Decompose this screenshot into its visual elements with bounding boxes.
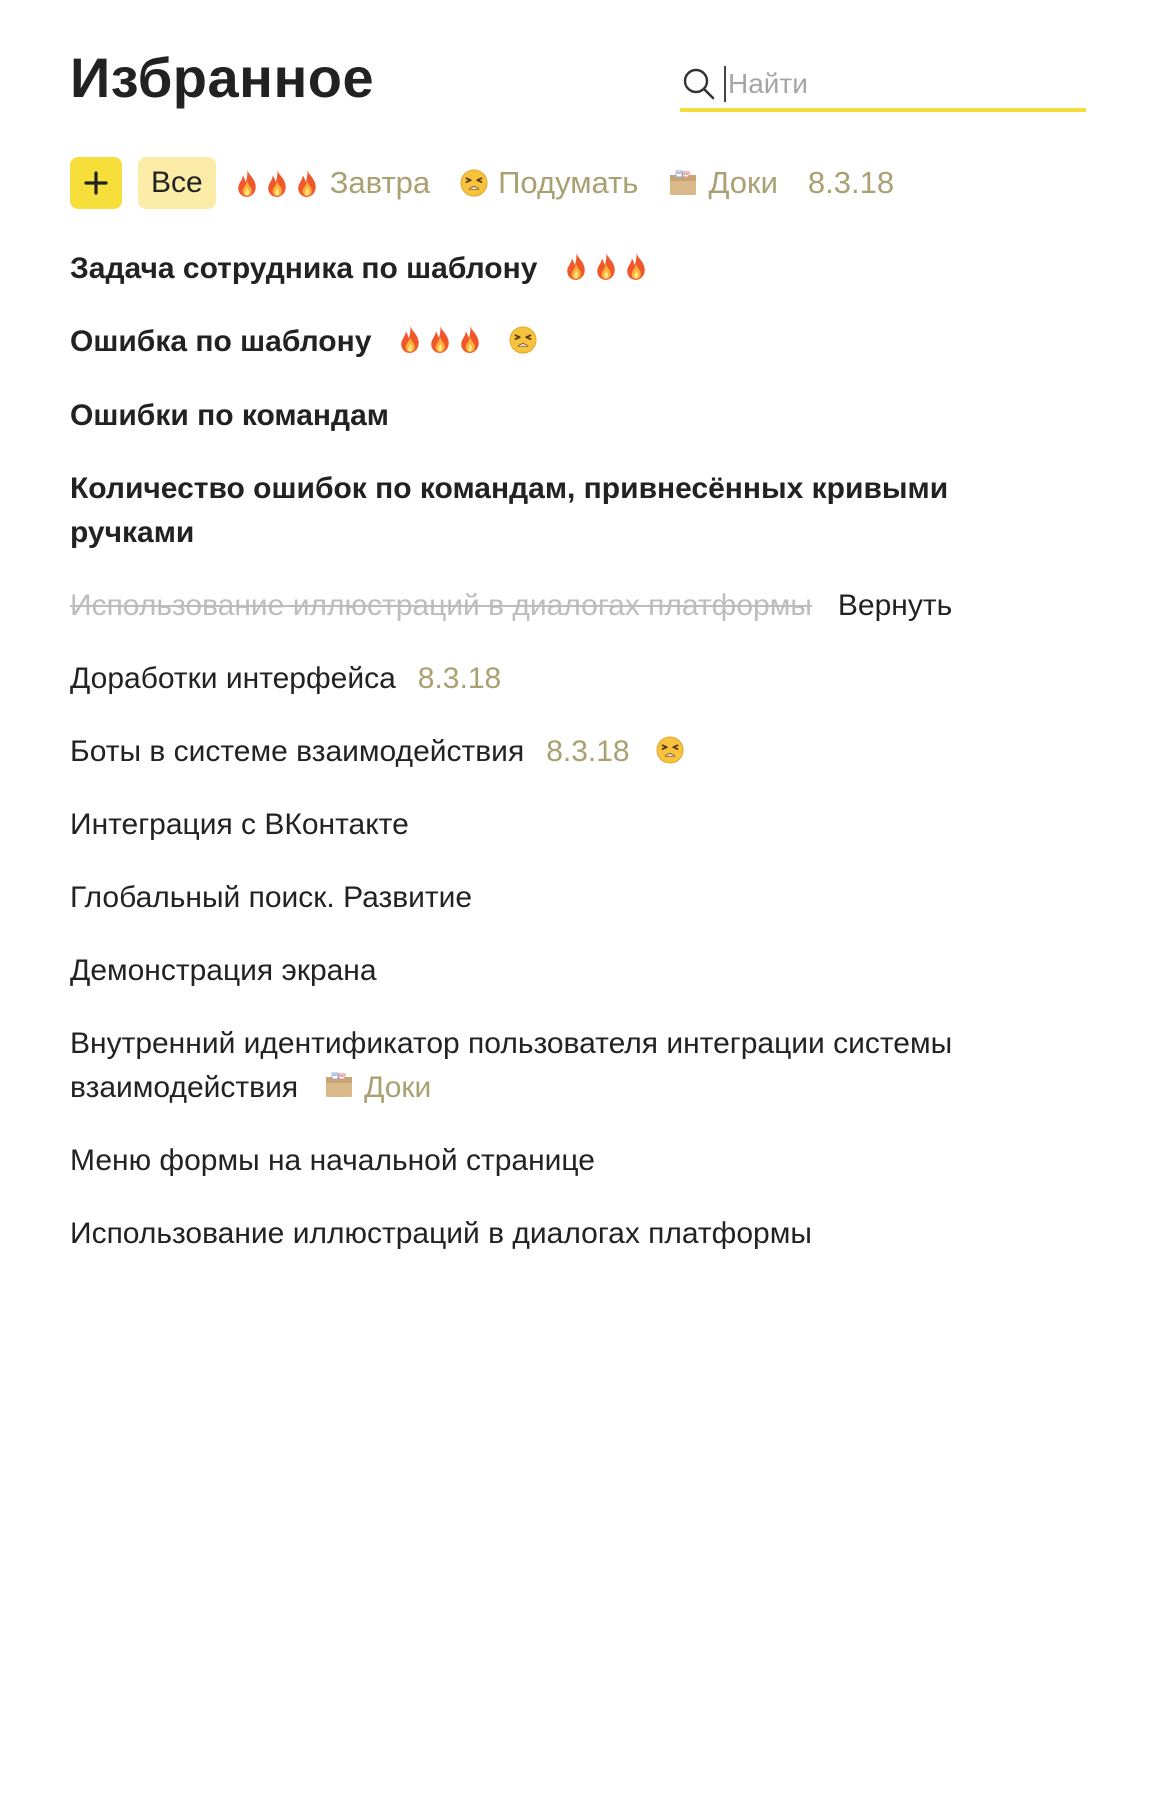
- list-item[interactable]: Демонстрация экрана: [70, 949, 1020, 993]
- filter-think[interactable]: Подумать: [460, 165, 638, 201]
- filter-version[interactable]: 8.3.18: [808, 165, 894, 201]
- list-item-deleted: Использование иллюстраций в диалогах пла…: [70, 584, 1020, 628]
- fire-icon: [427, 324, 453, 354]
- fire-icon: [593, 251, 619, 281]
- filter-think-label: Подумать: [498, 165, 639, 200]
- box-icon: [668, 169, 698, 197]
- tired-face-icon: [509, 326, 537, 354]
- fire-icon: [294, 168, 320, 198]
- fire-icon: [397, 324, 423, 354]
- tired-face-icon: [656, 736, 684, 764]
- list-item[interactable]: Задача сотрудника по шаблону: [70, 247, 1020, 291]
- search-bar[interactable]: [680, 60, 1086, 112]
- list-item[interactable]: Интеграция с ВКонтакте: [70, 803, 1020, 847]
- task-title: Демонстрация экрана: [70, 954, 377, 987]
- fire-icons: [563, 251, 649, 281]
- filter-docs-label: Доки: [708, 165, 778, 200]
- list-item[interactable]: Ошибки по командам: [70, 394, 1020, 438]
- list-item[interactable]: Использование иллюстраций в диалогах пла…: [70, 1212, 1020, 1256]
- task-title: Меню формы на начальной странице: [70, 1144, 595, 1177]
- filter-bar: Все Завтра Подумать Доки 8.3.18: [70, 157, 894, 209]
- task-title: Задача сотрудника по шаблону: [70, 252, 538, 285]
- fire-icons: [234, 168, 320, 198]
- task-title: Ошибки по командам: [70, 399, 389, 432]
- page-title: Избранное: [70, 46, 375, 109]
- task-title: Использование иллюстраций в диалогах пла…: [70, 1217, 812, 1250]
- fire-icon: [234, 168, 260, 198]
- fire-icon: [563, 251, 589, 281]
- filter-docs[interactable]: Доки: [668, 165, 778, 201]
- list-item[interactable]: Боты в системе взаимодействия 8.3.18: [70, 730, 1020, 774]
- filter-tomorrow-label: Завтра: [329, 165, 431, 200]
- list-item[interactable]: Количество ошибок по командам, привнесён…: [70, 467, 1020, 555]
- task-title: Количество ошибок по командам, привнесён…: [70, 472, 949, 549]
- list-item[interactable]: Ошибка по шаблону: [70, 320, 1020, 364]
- task-title: Глобальный поиск. Развитие: [70, 881, 473, 914]
- version-tag[interactable]: 8.3.18: [546, 735, 629, 768]
- add-task-button[interactable]: [70, 157, 122, 209]
- fire-icon: [623, 251, 649, 281]
- fire-icon: [457, 324, 483, 354]
- task-title: Интеграция с ВКонтакте: [70, 808, 409, 841]
- fire-icons: [397, 324, 483, 354]
- plus-icon: [84, 171, 108, 195]
- docs-tag[interactable]: Доки: [364, 1071, 431, 1104]
- box-icon: [324, 1071, 354, 1099]
- tired-face-icon: [460, 169, 488, 197]
- task-title: Внутренний идентификатор пользователя ин…: [70, 1027, 953, 1104]
- list-item[interactable]: Глобальный поиск. Развитие: [70, 876, 1020, 920]
- list-item[interactable]: Меню формы на начальной странице: [70, 1139, 1020, 1183]
- task-title: Ошибка по шаблону: [70, 325, 372, 358]
- task-title: Использование иллюстраций в диалогах пла…: [70, 589, 812, 622]
- filter-tomorrow[interactable]: Завтра: [234, 165, 430, 201]
- fire-icon: [264, 168, 290, 198]
- restore-button[interactable]: Вернуть: [838, 589, 952, 622]
- task-title: Доработки интерфейса: [70, 662, 396, 695]
- version-tag[interactable]: 8.3.18: [418, 662, 501, 695]
- task-title: Боты в системе взаимодействия: [70, 735, 525, 768]
- filter-all[interactable]: Все: [138, 157, 216, 209]
- list-item[interactable]: Внутренний идентификатор пользователя ин…: [70, 1022, 1020, 1110]
- search-input[interactable]: [724, 66, 1068, 102]
- list-item[interactable]: Доработки интерфейса 8.3.18: [70, 657, 1020, 701]
- search-icon: [683, 68, 715, 100]
